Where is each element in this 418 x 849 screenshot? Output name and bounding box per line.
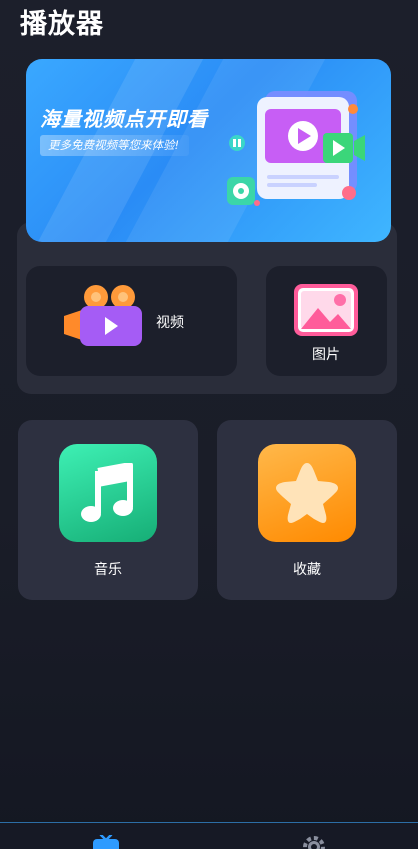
favorites-icon-tile bbox=[258, 444, 356, 542]
music-note-icon bbox=[81, 463, 133, 522]
banner-subtitle: 更多免费视频等您来体验! bbox=[40, 135, 190, 156]
video-card[interactable]: 视频 bbox=[26, 266, 237, 376]
nav-tab-home[interactable] bbox=[90, 831, 130, 849]
gear-icon bbox=[303, 836, 325, 849]
nav-tab-settings[interactable] bbox=[296, 831, 336, 849]
promo-banner[interactable]: 海量视频点开即看 更多免费视频等您来体验! bbox=[26, 59, 391, 242]
banner-headline: 海量视频点开即看 bbox=[40, 107, 208, 131]
music-icon-tile bbox=[59, 444, 157, 542]
app-title: 播放器 bbox=[20, 9, 104, 40]
video-player-illustration-icon bbox=[227, 91, 365, 206]
music-card-label: 音乐 bbox=[94, 562, 122, 578]
video-card-label: 视频 bbox=[156, 315, 184, 331]
photo-card-label: 图片 bbox=[312, 347, 340, 363]
tv-icon bbox=[93, 835, 119, 849]
favorites-card-label: 收藏 bbox=[293, 562, 321, 578]
image-icon bbox=[294, 284, 358, 336]
bottom-navigation bbox=[0, 822, 418, 849]
favorites-card[interactable]: 收藏 bbox=[217, 420, 397, 600]
photo-card[interactable]: 图片 bbox=[266, 266, 387, 376]
music-card[interactable]: 音乐 bbox=[18, 420, 198, 600]
video-camera-icon bbox=[64, 285, 142, 346]
star-icon bbox=[276, 463, 338, 523]
